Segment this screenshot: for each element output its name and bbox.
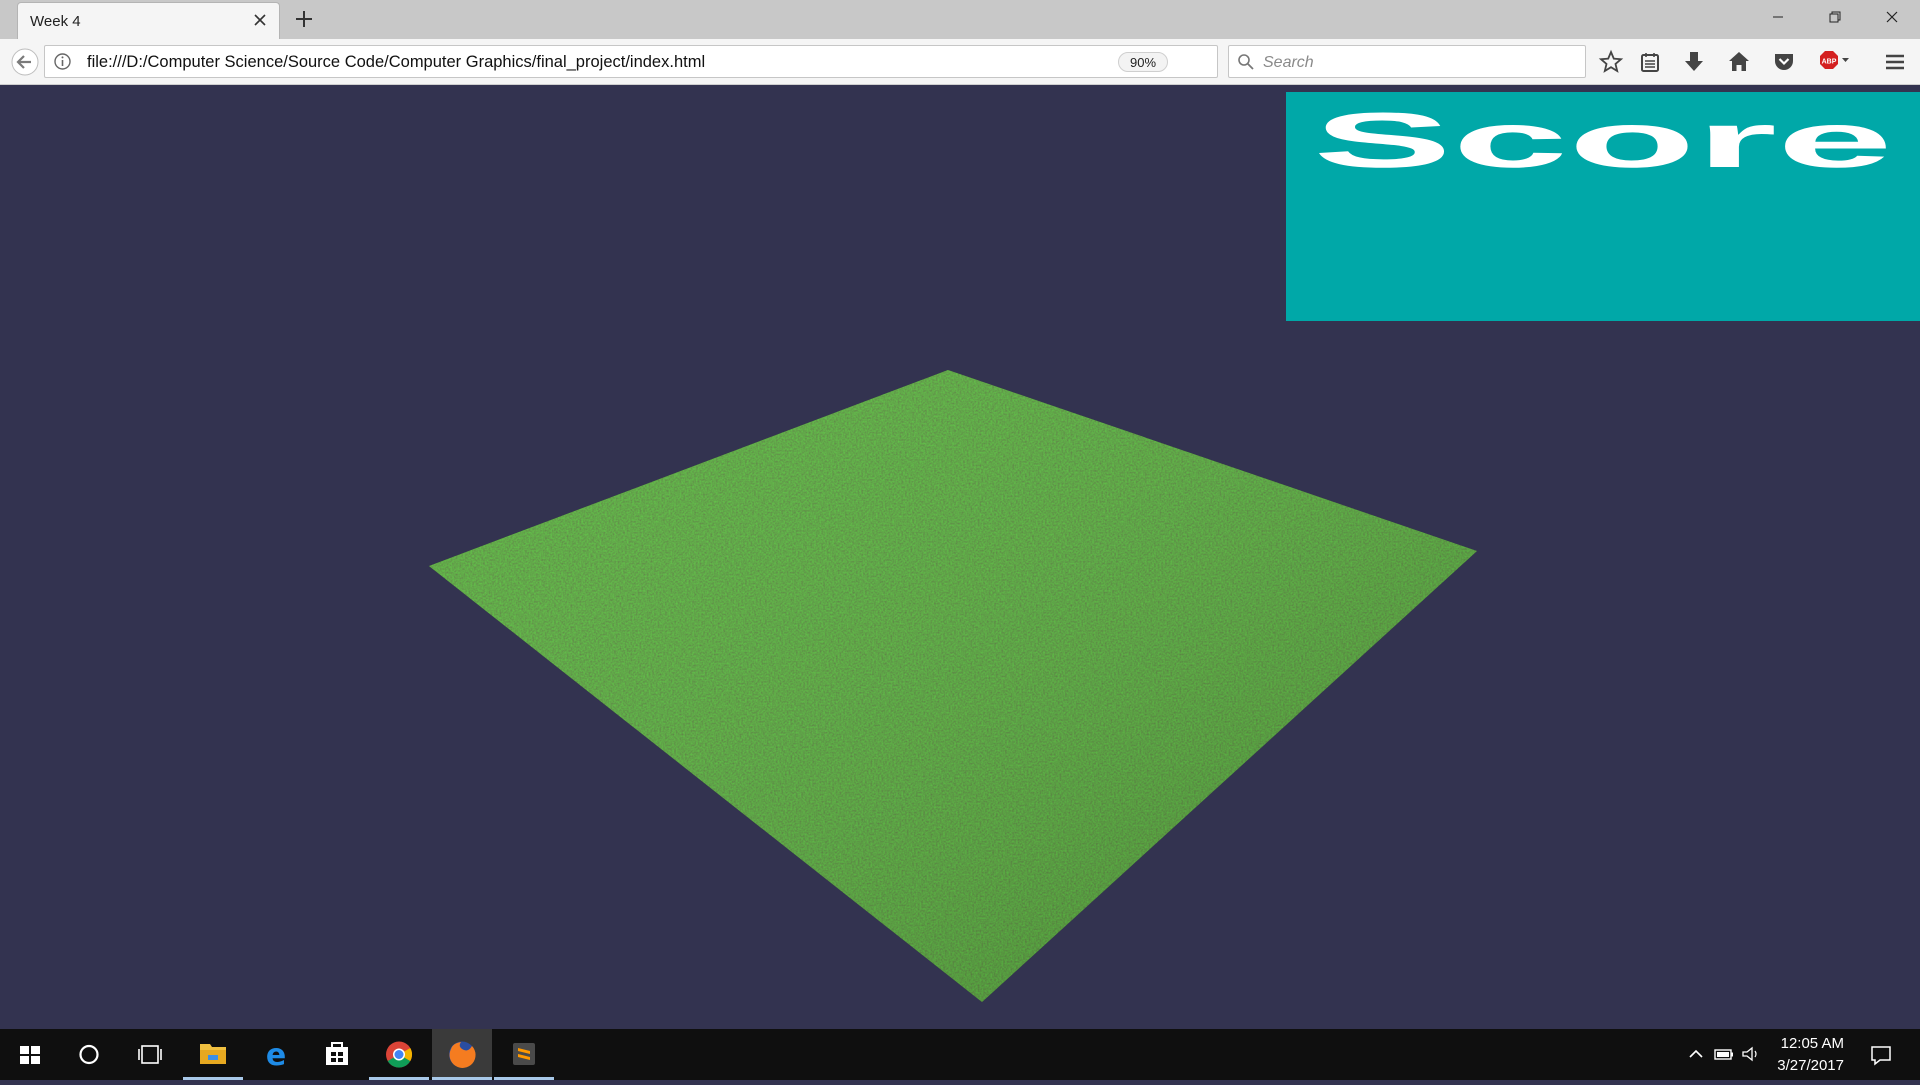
close-icon[interactable] bbox=[251, 11, 269, 29]
volume-icon[interactable] bbox=[1740, 1043, 1762, 1065]
game-canvas[interactable]: Score bbox=[0, 85, 1920, 1029]
file-explorer-taskbar-item[interactable] bbox=[183, 1029, 243, 1080]
tab-title: Week 4 bbox=[30, 13, 81, 30]
navigation-toolbar: file:///D:/Computer Science/Source Code/… bbox=[0, 39, 1920, 85]
windows-taskbar: e 12:05 AM 3/27/2017 bbox=[0, 1029, 1920, 1080]
restore-button[interactable] bbox=[1806, 0, 1862, 36]
edge-icon[interactable]: e bbox=[246, 1029, 306, 1080]
show-hidden-icons-chevron-icon[interactable] bbox=[1685, 1043, 1707, 1065]
battery-icon[interactable] bbox=[1713, 1043, 1735, 1065]
tab-week-4[interactable]: Week 4 bbox=[17, 2, 280, 39]
file-explorer-icon bbox=[200, 1044, 226, 1064]
chrome-icon bbox=[386, 1041, 413, 1068]
pocket-icon[interactable] bbox=[1771, 49, 1797, 75]
minimize-button[interactable] bbox=[1750, 0, 1806, 36]
zoom-indicator[interactable]: 90% bbox=[1118, 52, 1168, 72]
tab-strip: Week 4 bbox=[0, 0, 1920, 39]
search-input[interactable] bbox=[1261, 50, 1575, 76]
task-view-icon[interactable] bbox=[120, 1029, 180, 1080]
store-icon[interactable] bbox=[307, 1029, 367, 1080]
url-bar[interactable]: file:///D:/Computer Science/Source Code/… bbox=[44, 45, 1248, 78]
firefox-taskbar-item[interactable] bbox=[432, 1029, 492, 1080]
clock-time[interactable]: 12:05 AM bbox=[1781, 1035, 1844, 1052]
home-icon[interactable] bbox=[1726, 49, 1752, 75]
menu-icon[interactable] bbox=[1882, 49, 1908, 75]
score-label: Score bbox=[1313, 96, 1893, 184]
cortana-icon[interactable] bbox=[59, 1029, 119, 1080]
sublime-text-icon bbox=[513, 1043, 535, 1065]
action-center-icon[interactable] bbox=[1868, 1042, 1894, 1068]
new-tab-button[interactable] bbox=[292, 7, 316, 31]
start-icon[interactable] bbox=[0, 1029, 60, 1080]
download-icon[interactable] bbox=[1681, 49, 1707, 75]
firefox-icon bbox=[449, 1041, 476, 1068]
search-icon bbox=[1238, 54, 1254, 70]
window-close-button[interactable] bbox=[1864, 0, 1920, 36]
search-bar[interactable] bbox=[1228, 45, 1586, 78]
star-icon[interactable] bbox=[1598, 49, 1624, 75]
clock-date[interactable]: 3/27/2017 bbox=[1777, 1057, 1844, 1074]
sublime-text-taskbar-item[interactable] bbox=[494, 1029, 554, 1080]
reading-list-icon[interactable] bbox=[1637, 49, 1663, 75]
svg-text:ABP: ABP bbox=[1822, 59, 1837, 66]
info-icon[interactable] bbox=[53, 52, 72, 71]
chrome-taskbar-item[interactable] bbox=[369, 1029, 429, 1080]
grass-plane-shade bbox=[429, 370, 1477, 1002]
score-panel: Score bbox=[1286, 92, 1920, 321]
back-button[interactable] bbox=[10, 48, 40, 76]
adblock-icon[interactable]: ABP bbox=[1816, 49, 1852, 75]
url-text[interactable]: file:///D:/Computer Science/Source Code/… bbox=[87, 53, 705, 72]
svg-text:e: e bbox=[266, 1038, 286, 1073]
